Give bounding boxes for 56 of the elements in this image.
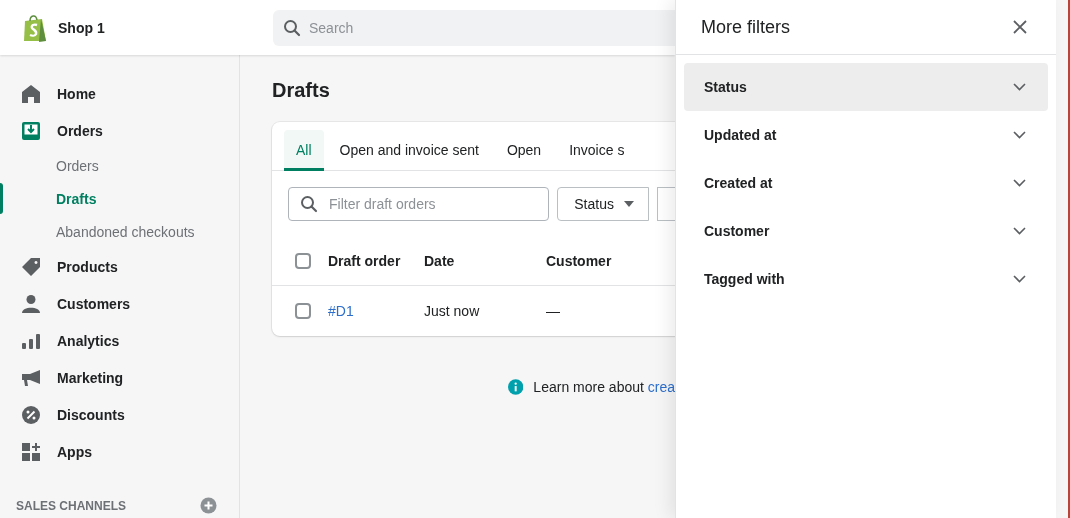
search-field[interactable]: Search xyxy=(273,9,675,46)
table-cell-text: Just now xyxy=(424,303,481,319)
chevron-down-icon xyxy=(1013,131,1026,139)
nav-item[interactable]: Orders xyxy=(0,112,239,149)
status-dropdown-button[interactable]: Status xyxy=(557,187,649,221)
nav-item[interactable]: Home xyxy=(0,75,239,112)
filter-section[interactable]: Tagged with xyxy=(684,255,1048,303)
chevron-down-icon xyxy=(1013,83,1026,91)
person-icon xyxy=(21,293,41,314)
nav-item[interactable]: Apps xyxy=(0,433,239,470)
tab[interactable]: Open and invoice sent xyxy=(327,130,491,171)
tag-icon xyxy=(21,256,41,277)
column-header: Date xyxy=(424,253,456,269)
panel-title: More filters xyxy=(701,16,790,38)
tab[interactable]: All xyxy=(284,130,324,171)
nav-item[interactable]: Products xyxy=(0,248,239,285)
search-icon xyxy=(283,18,301,37)
nav-item[interactable]: Marketing xyxy=(0,359,239,396)
page-title: Drafts xyxy=(272,79,331,102)
info-icon xyxy=(508,379,524,395)
discount-icon xyxy=(21,404,41,425)
tray-download-icon xyxy=(21,120,41,141)
chevron-down-icon xyxy=(1013,179,1026,187)
nav-item[interactable]: Customers xyxy=(0,285,239,322)
learn-more-text: Learn more about crea xyxy=(533,379,675,395)
nav-subitem[interactable]: Orders xyxy=(0,149,239,182)
column-header: Draft order xyxy=(328,253,402,269)
filter-field[interactable]: Filter draft orders xyxy=(288,187,550,221)
chevron-down-icon xyxy=(1013,227,1026,235)
nav-subitem[interactable]: Abandoned checkouts xyxy=(0,215,239,248)
shop-name: Shop 1 xyxy=(58,19,105,36)
close-icon[interactable] xyxy=(1013,20,1027,34)
tab[interactable]: Open xyxy=(494,130,554,171)
megaphone-icon xyxy=(21,367,41,388)
nav-item[interactable]: Analytics xyxy=(0,322,239,359)
search-icon xyxy=(300,195,318,213)
filter-section[interactable]: Updated at xyxy=(684,111,1048,159)
filter-section[interactable]: Customer xyxy=(684,207,1048,255)
learn-more-link[interactable]: crea xyxy=(647,379,675,395)
home-icon xyxy=(21,83,41,104)
nav-item[interactable]: Discounts xyxy=(0,396,239,433)
select-all-checkbox[interactable] xyxy=(295,253,311,269)
filter-section[interactable]: Status xyxy=(684,63,1048,111)
row-checkbox[interactable] xyxy=(295,303,311,319)
caret-icon xyxy=(623,201,634,207)
chevron-down-icon xyxy=(1013,275,1026,283)
tab[interactable]: Invoice s xyxy=(557,130,637,171)
filter-section[interactable]: Created at xyxy=(684,159,1048,207)
add-icon[interactable] xyxy=(200,497,217,514)
section-heading: SALES CHANNELS xyxy=(16,498,126,513)
table-cell: — xyxy=(546,303,560,319)
shopping-bag-logo-icon xyxy=(22,12,48,43)
column-header: Customer xyxy=(546,253,612,269)
nav-subitem[interactable]: Drafts xyxy=(0,182,239,215)
apps-icon xyxy=(21,441,41,462)
order-link[interactable]: #D1 xyxy=(328,303,424,319)
